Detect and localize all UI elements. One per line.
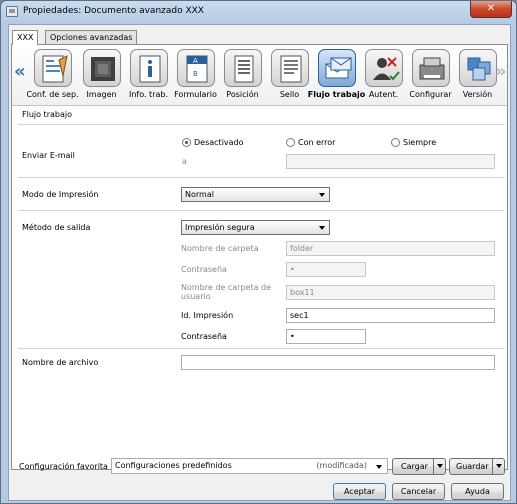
email-address-field[interactable] xyxy=(286,154,495,169)
output-method-value: Impresión segura xyxy=(185,223,255,232)
version-icon xyxy=(458,49,497,87)
close-button[interactable]: ✕ xyxy=(470,1,512,18)
icon-autent[interactable]: Autent. xyxy=(360,47,407,105)
output-method-select[interactable]: Impresión segura xyxy=(181,220,330,235)
help-button[interactable]: Ayuda xyxy=(451,483,504,500)
svg-text:B: B xyxy=(193,70,198,78)
print-mode-label: Modo de Impresión xyxy=(22,190,99,199)
print-id-field[interactable]: sec1 xyxy=(286,308,495,323)
icon-conf-de-sep[interactable]: Conf. de sep. xyxy=(26,47,79,105)
save-button-label: Guardar xyxy=(456,462,489,471)
window-title: Propiedades: Documento avanzado XXX xyxy=(23,6,204,16)
tab-xxx[interactable]: XXX xyxy=(12,30,39,45)
icon-configurar[interactable]: Configurar xyxy=(407,47,454,105)
scroll-left-icon[interactable]: « xyxy=(14,61,26,82)
load-button[interactable]: Cargar xyxy=(392,458,446,475)
function-icon-strip: « Conf. de sep. Imagen Info. trab. A B F… xyxy=(12,45,507,106)
tab-panel: « Conf. de sep. Imagen Info. trab. A B F… xyxy=(11,44,508,470)
print-password-field[interactable]: • xyxy=(286,329,366,344)
section-title: Flujo trabajo xyxy=(22,110,72,119)
folder-password-label: Contraseña xyxy=(181,265,227,274)
user-folder-field[interactable]: box11 xyxy=(286,285,495,300)
radio-email-siempre[interactable] xyxy=(391,138,400,147)
divider xyxy=(18,348,505,349)
radio-label-siempre: Siempre xyxy=(403,138,437,147)
icon-imagen[interactable]: Imagen xyxy=(78,47,125,105)
folder-name-field[interactable]: folder xyxy=(286,241,495,256)
radio-label-desactivado: Desactivado xyxy=(194,138,244,147)
stamp-icon xyxy=(270,49,309,87)
file-name-field[interactable] xyxy=(181,355,495,370)
favorites-bar: Configuración favorita Configuraciones p… xyxy=(11,453,510,475)
output-method-label: Método de salida xyxy=(22,223,91,232)
print-mode-value: Normal xyxy=(185,190,214,199)
file-name-label: Nombre de archivo xyxy=(22,358,99,367)
copy-settings-icon xyxy=(33,49,72,87)
print-id-label: Id. Impresión xyxy=(181,311,234,320)
folder-name-label: Nombre de carpeta xyxy=(181,244,259,253)
cancel-button[interactable]: Cancelar xyxy=(392,483,445,500)
chevron-down-icon xyxy=(376,465,382,469)
print-password-label: Contraseña xyxy=(181,332,227,341)
favorites-modified-text: (modificada) xyxy=(316,461,367,470)
icon-info-trab[interactable]: Info. trab. xyxy=(125,47,172,105)
image-quality-icon xyxy=(82,49,121,87)
page-layout-icon xyxy=(223,49,262,87)
tab-opciones-avanzadas[interactable]: Opciones avanzadas xyxy=(45,30,138,44)
accept-button[interactable]: Aceptar xyxy=(333,483,386,500)
email-label: Enviar E-mail xyxy=(22,151,75,160)
printer-setup-icon xyxy=(411,49,450,87)
icon-flujo-trabajo[interactable]: Flujo trabajo xyxy=(308,47,365,105)
radio-email-con-error[interactable] xyxy=(286,138,295,147)
dialog-client-area: XXX Opciones avanzadas « Conf. de sep. I… xyxy=(8,24,511,501)
radio-email-desactivado[interactable] xyxy=(182,138,191,147)
print-mode-select[interactable]: Normal xyxy=(181,187,330,202)
workflow-icon xyxy=(317,49,356,87)
favorites-label: Configuración favorita xyxy=(19,462,108,471)
icon-posicion[interactable]: Posición xyxy=(219,47,266,105)
chevron-down-icon[interactable] xyxy=(492,459,504,474)
divider xyxy=(18,177,505,178)
svg-text:A: A xyxy=(193,57,198,65)
divider xyxy=(18,210,505,211)
form-overlay-icon: A B xyxy=(176,49,215,87)
icon-formulario[interactable]: A B Formulario xyxy=(172,47,219,105)
favorites-select[interactable]: Configuraciones predefinidos (modificada… xyxy=(111,458,388,474)
divider xyxy=(18,124,505,125)
folder-password-field[interactable]: • xyxy=(286,262,366,277)
save-button[interactable]: Guardar xyxy=(449,458,505,475)
icon-sello[interactable]: Sello xyxy=(266,47,313,105)
printer-app-icon xyxy=(6,6,18,17)
properties-window: Propiedades: Documento avanzado XXX ✕ XX… xyxy=(0,0,517,504)
chevron-down-icon[interactable] xyxy=(433,459,445,474)
icon-version[interactable]: Versión xyxy=(454,47,501,105)
radio-label-con-error: Con error xyxy=(298,138,336,147)
chevron-down-icon xyxy=(319,193,325,197)
job-info-icon xyxy=(129,49,168,87)
user-folder-label: Nombre de carpeta de usuario xyxy=(181,283,272,301)
scroll-right-icon[interactable]: » xyxy=(495,61,507,82)
email-to-label: a xyxy=(182,157,187,166)
authentication-icon xyxy=(364,49,403,87)
load-button-label: Cargar xyxy=(401,462,428,471)
chevron-down-icon xyxy=(319,226,325,230)
icon-label-version: Versión xyxy=(462,90,493,99)
favorites-value: Configuraciones predefinidos xyxy=(115,461,232,470)
title-bar[interactable]: Propiedades: Documento avanzado XXX ✕ xyxy=(1,1,516,23)
